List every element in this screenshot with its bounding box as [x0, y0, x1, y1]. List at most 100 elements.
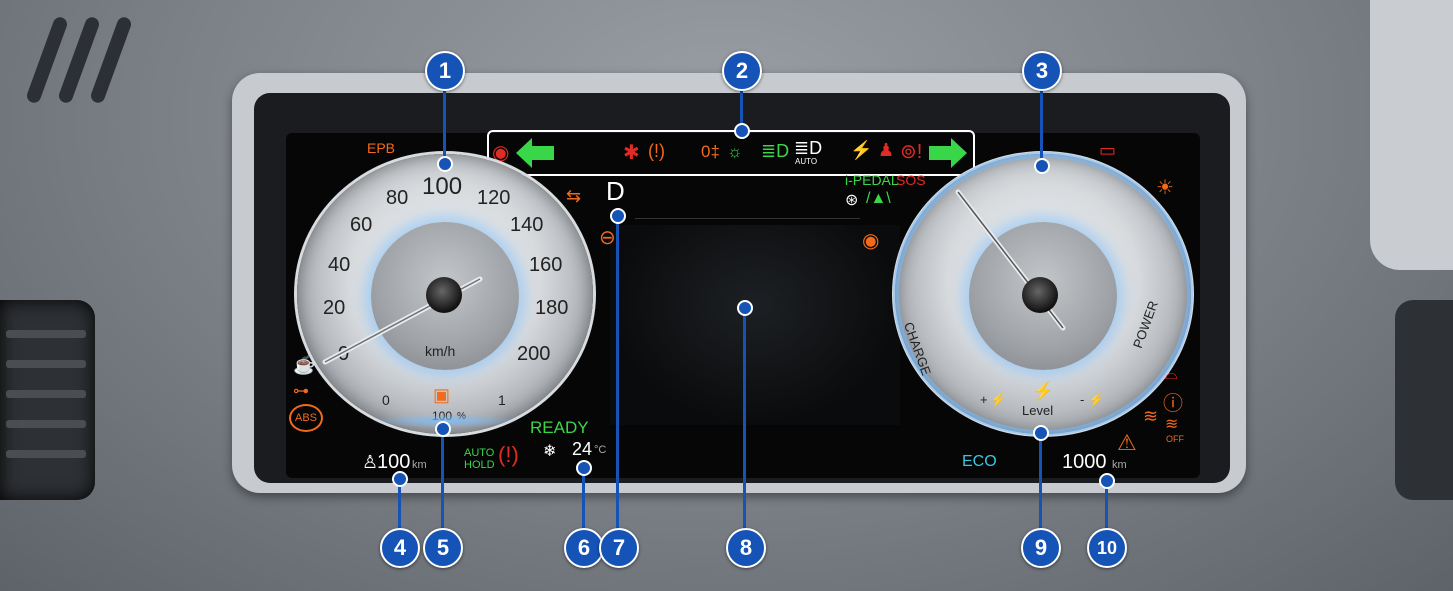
level-lightning-icon: ⚡	[1032, 381, 1055, 401]
eco-mode-indicator: ECO	[962, 453, 997, 470]
motor-warning-icon: ☀	[1156, 177, 1174, 199]
speed-tick-140: 140	[510, 214, 544, 236]
range-unit: km	[412, 459, 427, 471]
callout-3-dot	[1034, 158, 1050, 174]
seat-heater-icon: ☕	[293, 355, 316, 375]
traction-control-icon: ≋	[1143, 406, 1159, 426]
auto-high-beam-label: AUTO	[795, 157, 818, 166]
power-meter-hub	[1022, 277, 1058, 313]
callout-8-line	[743, 312, 746, 529]
callout-6-line	[582, 467, 585, 529]
traction-off-label: OFF	[1166, 434, 1184, 444]
steering-warning-icon: ⊚!	[900, 141, 923, 163]
auto-hold-line2: HOLD	[464, 459, 495, 471]
callout-1-dot	[437, 156, 453, 172]
speedometer-hub	[426, 277, 462, 313]
seatbelt-warning-icon: ♟	[878, 140, 895, 160]
range-icon: ♙	[362, 452, 379, 472]
sos-indicator: SOS	[896, 172, 926, 188]
auto-high-beam-icon: ≣D	[794, 138, 823, 158]
speedometer-needle	[322, 276, 483, 365]
callout-3-line	[1040, 88, 1043, 163]
system-warning-icon: ⓘ	[1163, 393, 1183, 415]
speed-tick-80: 80	[386, 187, 409, 209]
callout-6-dot	[576, 460, 592, 476]
lane-assist-icon: ⊛	[845, 192, 859, 209]
auto-hold-line1: AUTO	[464, 447, 495, 459]
epb-indicator: EPB	[367, 140, 396, 156]
right-turn-signal-icon	[929, 138, 967, 168]
ready-indicator: READY	[530, 418, 589, 437]
rear-fog-light-icon: 0‡	[701, 142, 720, 161]
left-air-vent	[0, 300, 95, 500]
callout-7-line	[616, 215, 619, 529]
low-beam-icon: ≣D	[761, 141, 790, 161]
outside-temperature-value: 24	[572, 439, 593, 459]
callout-8-dot	[737, 300, 753, 316]
left-turn-signal-icon	[516, 138, 554, 168]
callout-10-line	[1105, 486, 1108, 528]
callout-2-line	[740, 88, 743, 128]
speed-tick-200: 200	[517, 343, 551, 365]
regen-minus-label: -	[1080, 392, 1085, 407]
odometer-value: 1000	[1062, 451, 1107, 473]
speed-tick-160: 160	[529, 254, 563, 276]
callout-10: 10	[1087, 528, 1127, 568]
distance-warning-icon: ⇆	[566, 186, 582, 206]
battery-gauge-min: 0	[382, 392, 390, 408]
callout-2-dot	[734, 123, 750, 139]
callout-9-dot	[1033, 425, 1049, 441]
hood-warning-icon: ⌓	[1165, 366, 1178, 383]
top-speaker-grille	[0, 0, 150, 130]
outside-temperature-unit: °C	[594, 444, 607, 456]
right-trim-panel	[1370, 0, 1453, 270]
speed-tick-120: 120	[477, 187, 511, 209]
gear-position: D	[606, 176, 625, 206]
power-limit-icon: ⊖	[599, 227, 616, 249]
master-warning-icon: ⚠	[1117, 430, 1137, 455]
battery-gauge-max: 1	[498, 392, 506, 408]
right-air-vent	[1395, 300, 1453, 500]
regen-plus-icon: ⚡	[990, 392, 1007, 407]
speed-tick-60: 60	[350, 214, 373, 236]
regen-minus-icon: ⚡	[1088, 392, 1105, 407]
callout-7-dot	[610, 208, 626, 224]
callout-5: 5	[423, 528, 463, 568]
callout-2: 2	[722, 51, 762, 91]
callout-4: 4	[380, 528, 420, 568]
speed-tick-100: 100	[422, 173, 463, 200]
lane-keeping-icon: /▲\	[866, 190, 891, 207]
center-top-divider	[635, 218, 860, 219]
callout-5-dot	[435, 421, 451, 437]
battery-level-icon: ▣	[433, 385, 451, 405]
regen-level-label: Level	[1022, 403, 1054, 418]
callout-8: 8	[726, 528, 766, 568]
range-value: 100	[377, 451, 411, 473]
callout-5-line	[441, 428, 444, 528]
callout-7: 7	[599, 528, 639, 568]
airbag-warning-icon: ✱	[623, 142, 640, 164]
brake-warning-icon: (!)	[498, 442, 519, 467]
regen-plus-label: +	[980, 392, 988, 407]
callout-6: 6	[564, 528, 604, 568]
tire-pressure-icon: (!)	[648, 141, 665, 161]
turtle-mode-icon: ◉	[862, 230, 880, 252]
speed-tick-180: 180	[535, 297, 569, 319]
callout-9-line	[1039, 438, 1042, 528]
position-light-icon: ☼	[727, 142, 743, 161]
odometer-unit: km	[1112, 459, 1127, 471]
center-info-display	[610, 225, 900, 425]
snowflake-icon: ❄	[543, 443, 557, 460]
callout-4-dot	[392, 471, 408, 487]
callout-9: 9	[1021, 528, 1061, 568]
callout-10-dot	[1099, 473, 1115, 489]
traction-control-off-icon: ≋	[1165, 416, 1179, 433]
ipedal-indicator: i-PEDAL	[845, 172, 899, 188]
abs-warning-icon: ABS	[289, 404, 324, 432]
charging-cable-icon: ⚡	[850, 140, 873, 160]
battery-warning-icon: ▭	[1099, 140, 1117, 160]
power-meter-needle	[955, 189, 1066, 331]
key-warning-icon: ⊶	[293, 383, 309, 400]
callout-1: 1	[425, 51, 465, 91]
callout-1-line	[443, 88, 446, 163]
